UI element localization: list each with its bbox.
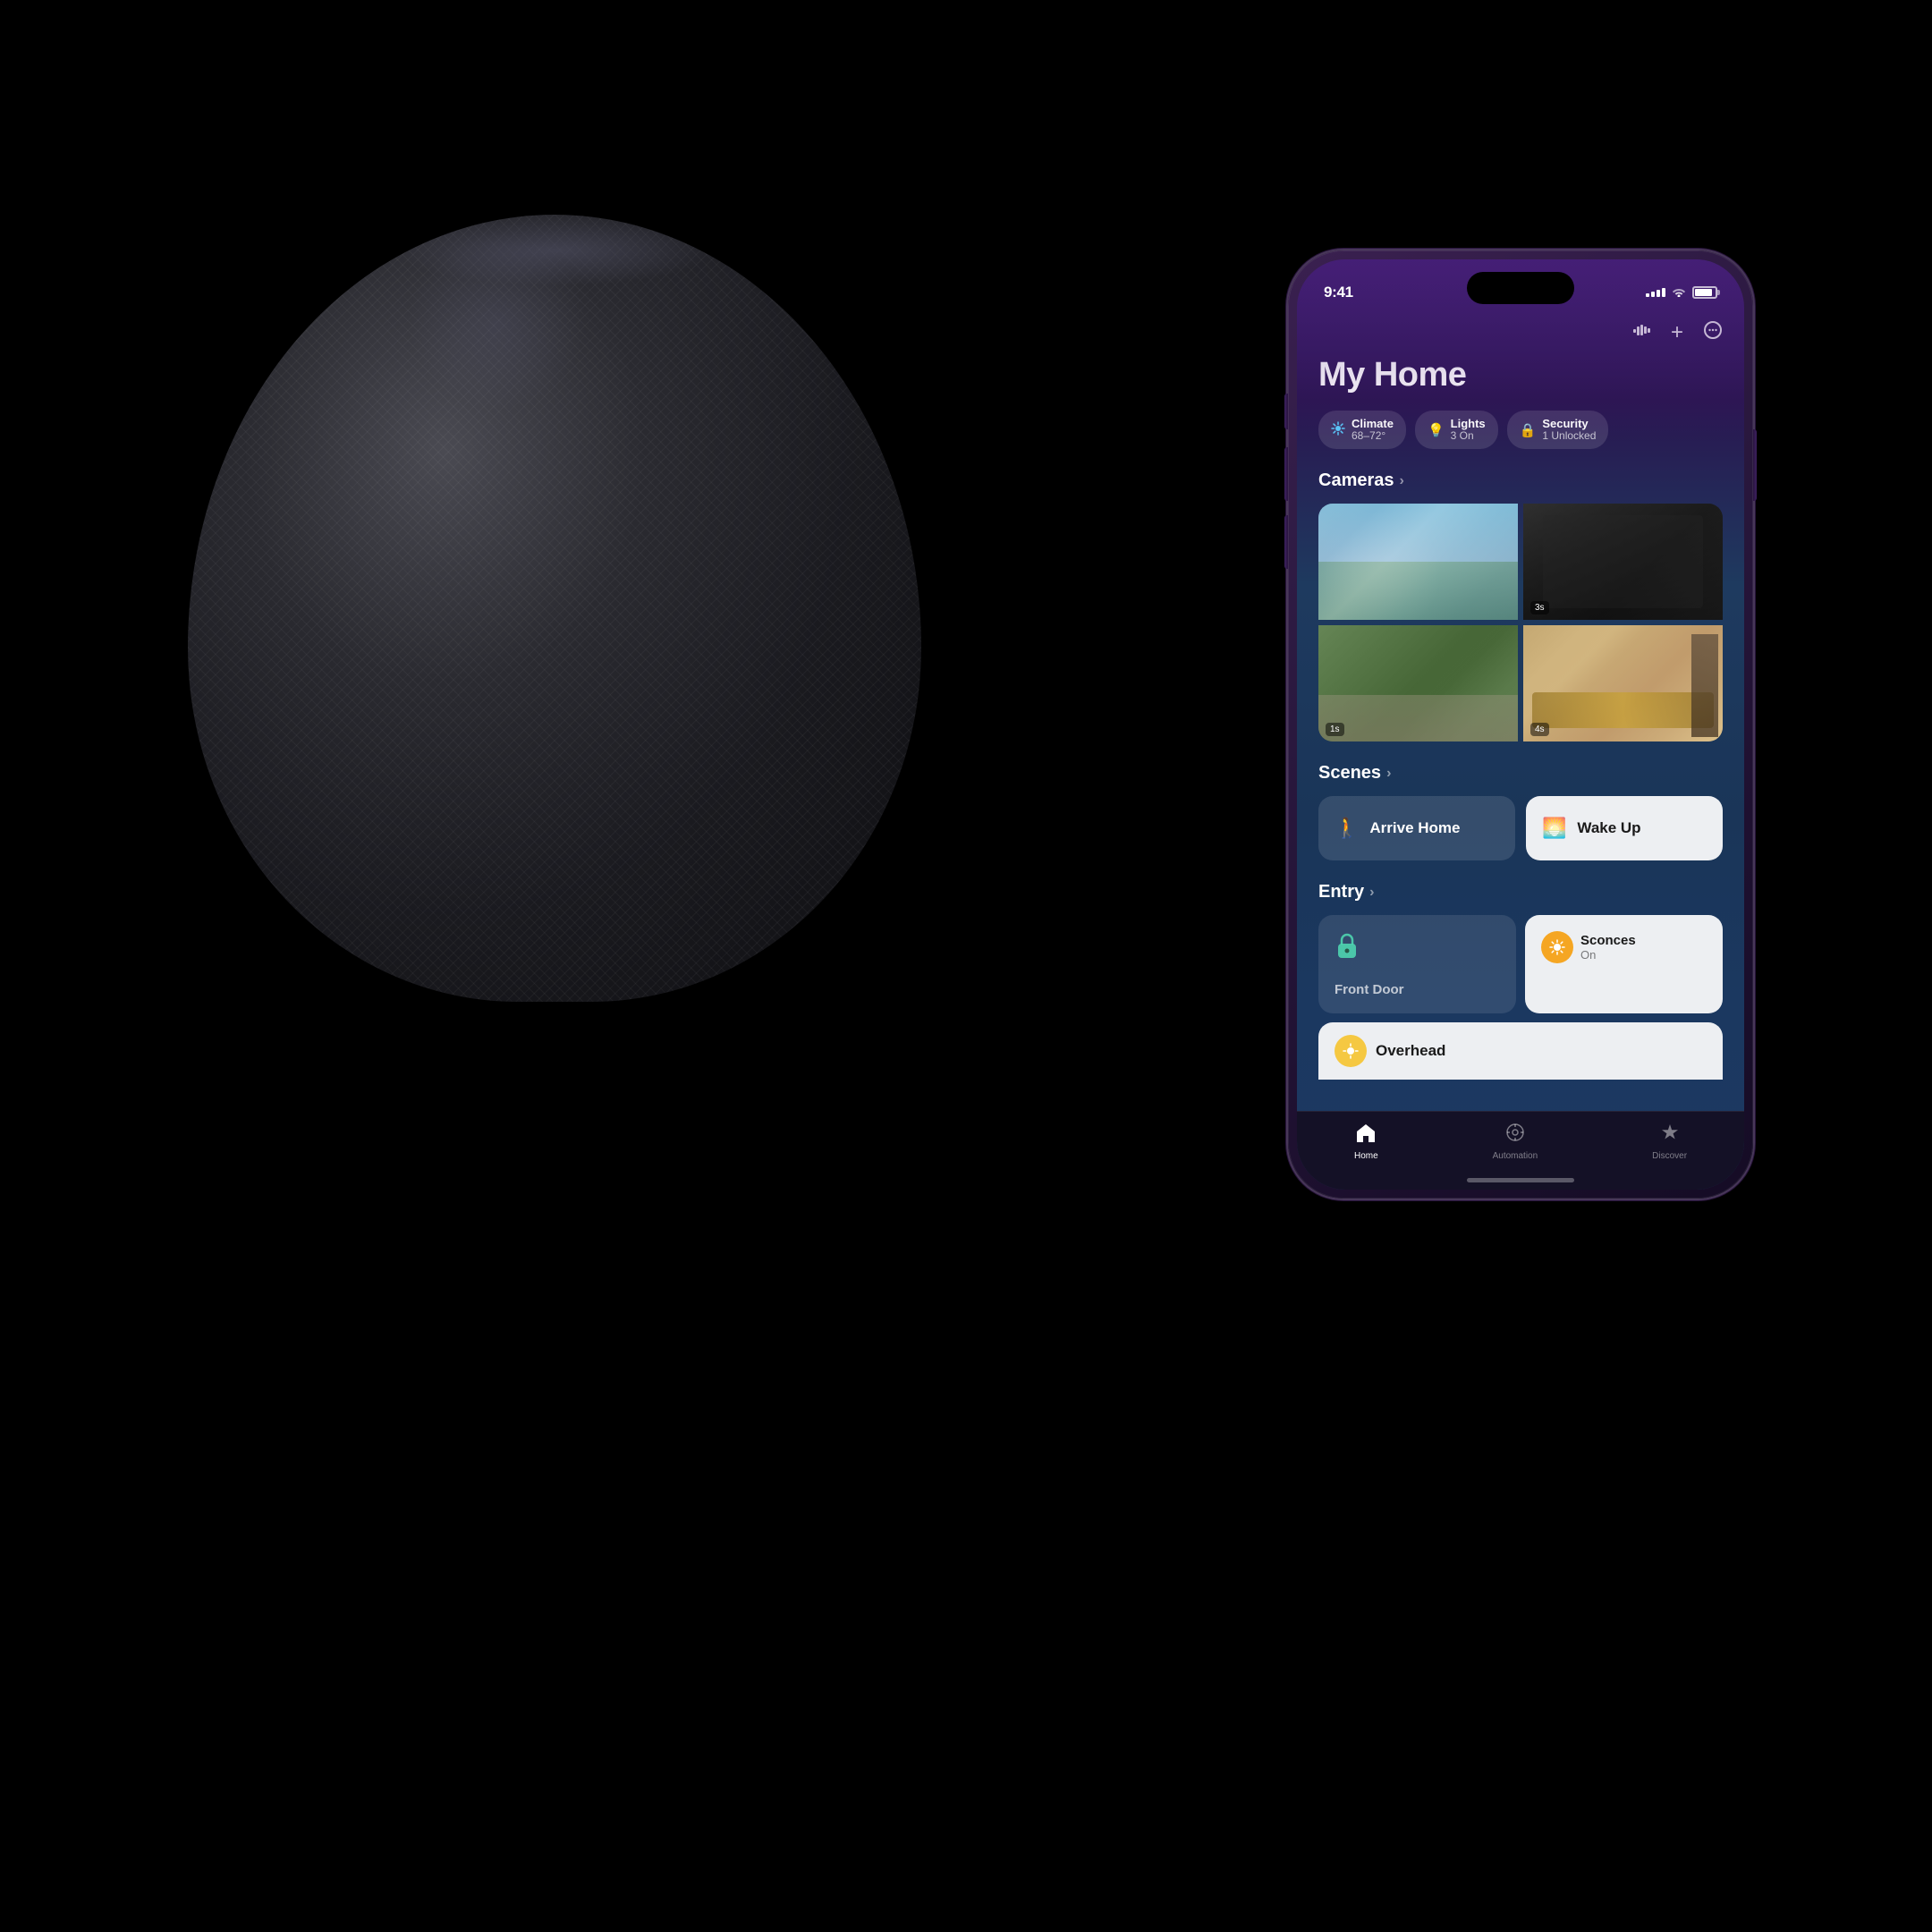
tab-home[interactable]: Home (1354, 1123, 1378, 1161)
entry-label: Entry (1318, 882, 1364, 902)
add-button[interactable]: + (1671, 320, 1683, 345)
entry-arrow: › (1369, 885, 1374, 901)
lights-label: Lights (1451, 418, 1486, 430)
scenes-section-header[interactable]: Scenes › (1318, 763, 1723, 784)
wake-up-label: Wake Up (1577, 819, 1640, 837)
power-button[interactable] (1753, 429, 1757, 501)
nav-bar: + (1297, 309, 1744, 356)
cam-garage-timestamp: 3s (1530, 601, 1549, 614)
climate-value: 68–72° (1352, 430, 1394, 442)
camera-living[interactable]: 4s (1523, 625, 1723, 741)
tab-automation[interactable]: Automation (1493, 1123, 1538, 1161)
app-content: My Home (1297, 356, 1744, 1118)
cam-driveway-timestamp: 1s (1326, 723, 1344, 736)
cameras-arrow: › (1400, 473, 1404, 489)
cameras-section-header[interactable]: Cameras › (1318, 470, 1723, 491)
wake-up-icon: 🌅 (1542, 817, 1566, 840)
overhead-icon (1335, 1035, 1367, 1067)
sconces-icon (1541, 931, 1573, 963)
status-time: 9:41 (1324, 284, 1353, 301)
signal-bar-1 (1646, 293, 1649, 297)
sconces-header: Sconces On (1541, 931, 1707, 963)
scenes-row: 🚶 Arrive Home 🌅 Wake Up (1318, 796, 1723, 860)
scenes-arrow: › (1386, 766, 1391, 782)
cam-bookshelf (1691, 634, 1718, 737)
status-pills: Climate 68–72° 💡 Lights 3 On 🔒 (1318, 411, 1723, 449)
climate-pill-content: Climate 68–72° (1352, 418, 1394, 442)
arrive-home-icon: 🚶 (1335, 817, 1359, 840)
automation-tab-icon (1505, 1123, 1525, 1148)
automation-tab-label: Automation (1493, 1151, 1538, 1161)
cam-sky (1318, 504, 1518, 562)
battery-fill (1695, 289, 1712, 296)
signal-bar-4 (1662, 288, 1665, 297)
homepod-glow (408, 233, 587, 411)
front-door-card[interactable]: Front Door (1318, 915, 1516, 1013)
cam-ground (1318, 562, 1518, 620)
wifi-icon (1672, 285, 1686, 300)
iphone: 9:41 (1288, 250, 1753, 1199)
sconces-card[interactable]: Sconces On (1525, 915, 1723, 1013)
cam-living-furniture (1532, 692, 1714, 728)
home-tab-icon (1355, 1123, 1377, 1148)
tab-discover[interactable]: Discover (1652, 1123, 1687, 1161)
entry-grid: Front Door (1318, 915, 1723, 1013)
lights-pill-content: Lights 3 On (1451, 418, 1486, 442)
lights-pill[interactable]: 💡 Lights 3 On (1415, 411, 1498, 449)
front-door-lock-icon (1335, 931, 1500, 966)
arrive-home-label: Arrive Home (1369, 819, 1460, 837)
cam-driveway-ground (1318, 695, 1518, 741)
home-indicator (1467, 1178, 1574, 1182)
security-value: 1 Unlocked (1542, 430, 1596, 442)
sconces-label: Sconces (1580, 933, 1636, 948)
overhead-row: Overhead (1318, 1022, 1723, 1080)
dynamic-island (1467, 272, 1574, 304)
discover-tab-label: Discover (1652, 1151, 1687, 1161)
arrive-home-button[interactable]: 🚶 Arrive Home (1318, 796, 1515, 860)
front-door-label: Front Door (1335, 982, 1500, 997)
iphone-screen: 9:41 (1297, 259, 1744, 1190)
page-title: My Home (1318, 356, 1723, 394)
security-pill-content: Security 1 Unlocked (1542, 418, 1596, 442)
overhead-card[interactable]: Overhead (1318, 1022, 1723, 1080)
sconces-value: On (1580, 948, 1636, 962)
scenes-label: Scenes (1318, 763, 1381, 784)
battery-indicator (1692, 286, 1717, 299)
home-tab-label: Home (1354, 1151, 1378, 1161)
lights-icon: 💡 (1428, 422, 1445, 438)
wake-up-button[interactable]: 🌅 Wake Up (1526, 796, 1723, 860)
security-label: Security (1542, 418, 1596, 430)
camera-driveway[interactable]: 1s (1318, 625, 1518, 741)
lights-value: 3 On (1451, 430, 1486, 442)
signal-bar-2 (1651, 292, 1655, 297)
homepod (107, 161, 1002, 1055)
signal-bar-3 (1657, 290, 1660, 297)
volume-down-button[interactable] (1284, 515, 1288, 569)
volume-up-button[interactable] (1284, 447, 1288, 501)
more-button[interactable] (1703, 320, 1723, 345)
cameras-label: Cameras (1318, 470, 1394, 491)
cameras-grid: 3s 1s 4s (1318, 504, 1723, 741)
climate-pill[interactable]: Climate 68–72° (1318, 411, 1406, 449)
entry-section-header[interactable]: Entry › (1318, 882, 1723, 902)
security-icon: 🔒 (1520, 422, 1537, 438)
voice-button[interactable] (1633, 322, 1651, 343)
scene: 9:41 (0, 0, 1932, 1932)
sconces-text-group: Sconces On (1580, 933, 1636, 962)
overhead-label: Overhead (1376, 1042, 1445, 1060)
homepod-body (188, 215, 921, 1002)
cam-living-timestamp: 4s (1530, 723, 1549, 736)
discover-tab-icon (1660, 1123, 1680, 1148)
cam-garage-floor (1543, 515, 1702, 608)
camera-garage[interactable]: 3s (1523, 504, 1723, 620)
climate-label: Climate (1352, 418, 1394, 430)
status-icons (1646, 285, 1717, 300)
security-pill[interactable]: 🔒 Security 1 Unlocked (1507, 411, 1609, 449)
mute-button[interactable] (1284, 394, 1288, 429)
climate-icon (1331, 421, 1345, 439)
camera-outdoor-1[interactable] (1318, 504, 1518, 620)
signal-bars (1646, 288, 1665, 297)
